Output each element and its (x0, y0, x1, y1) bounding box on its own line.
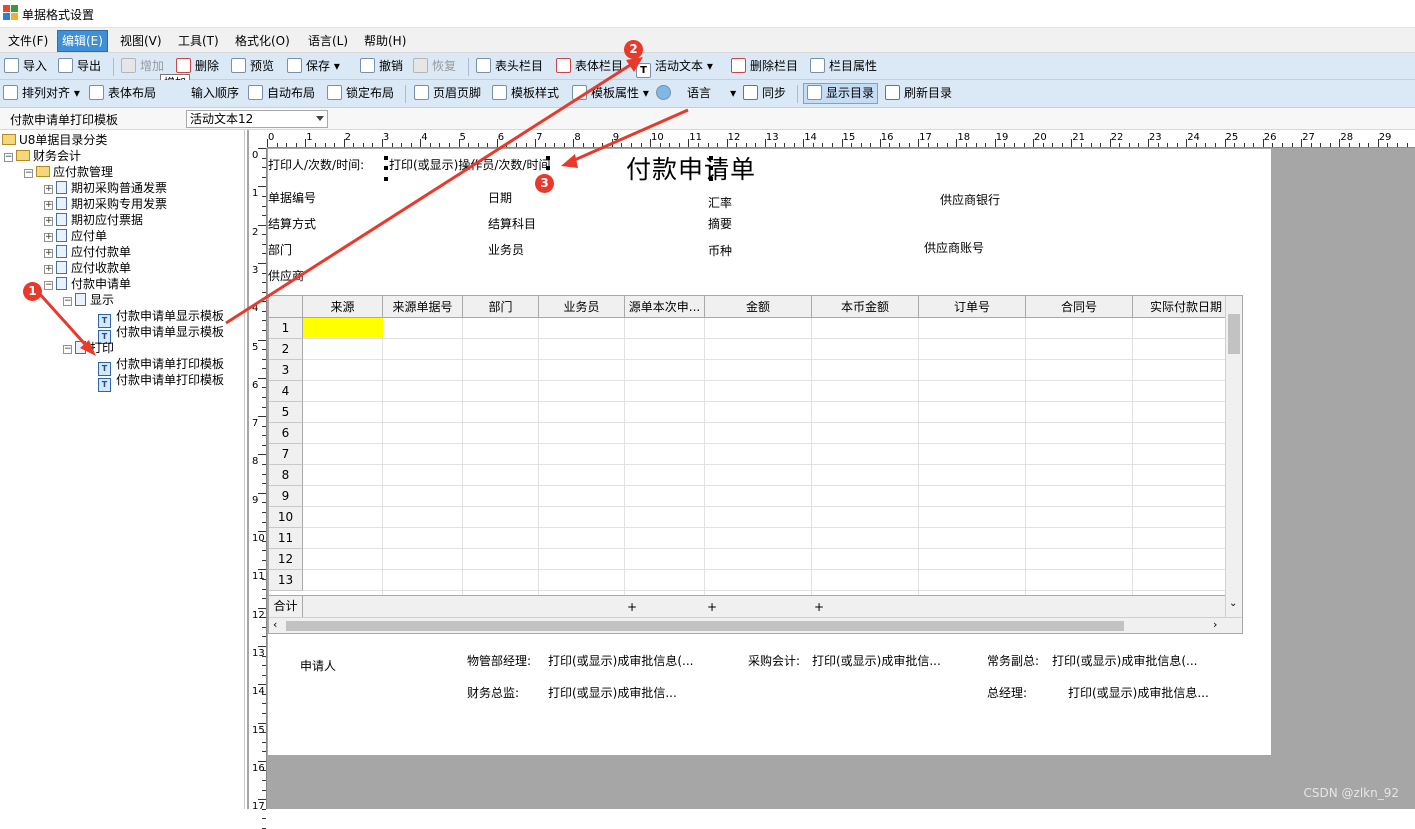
arrow-head (561, 154, 578, 168)
annotation-overlay (36, 57, 689, 356)
ruler-tick (262, 818, 266, 820)
annotation-badge: 3 (535, 174, 554, 193)
annotation-arrow (569, 108, 689, 164)
annotation-badge: 2 (624, 40, 643, 59)
annotation-arrow (225, 60, 636, 325)
annotation-badge: 1 (23, 282, 42, 301)
watermark: CSDN @zlkn_92 (1303, 786, 1399, 800)
annotation-arrow (36, 290, 94, 354)
